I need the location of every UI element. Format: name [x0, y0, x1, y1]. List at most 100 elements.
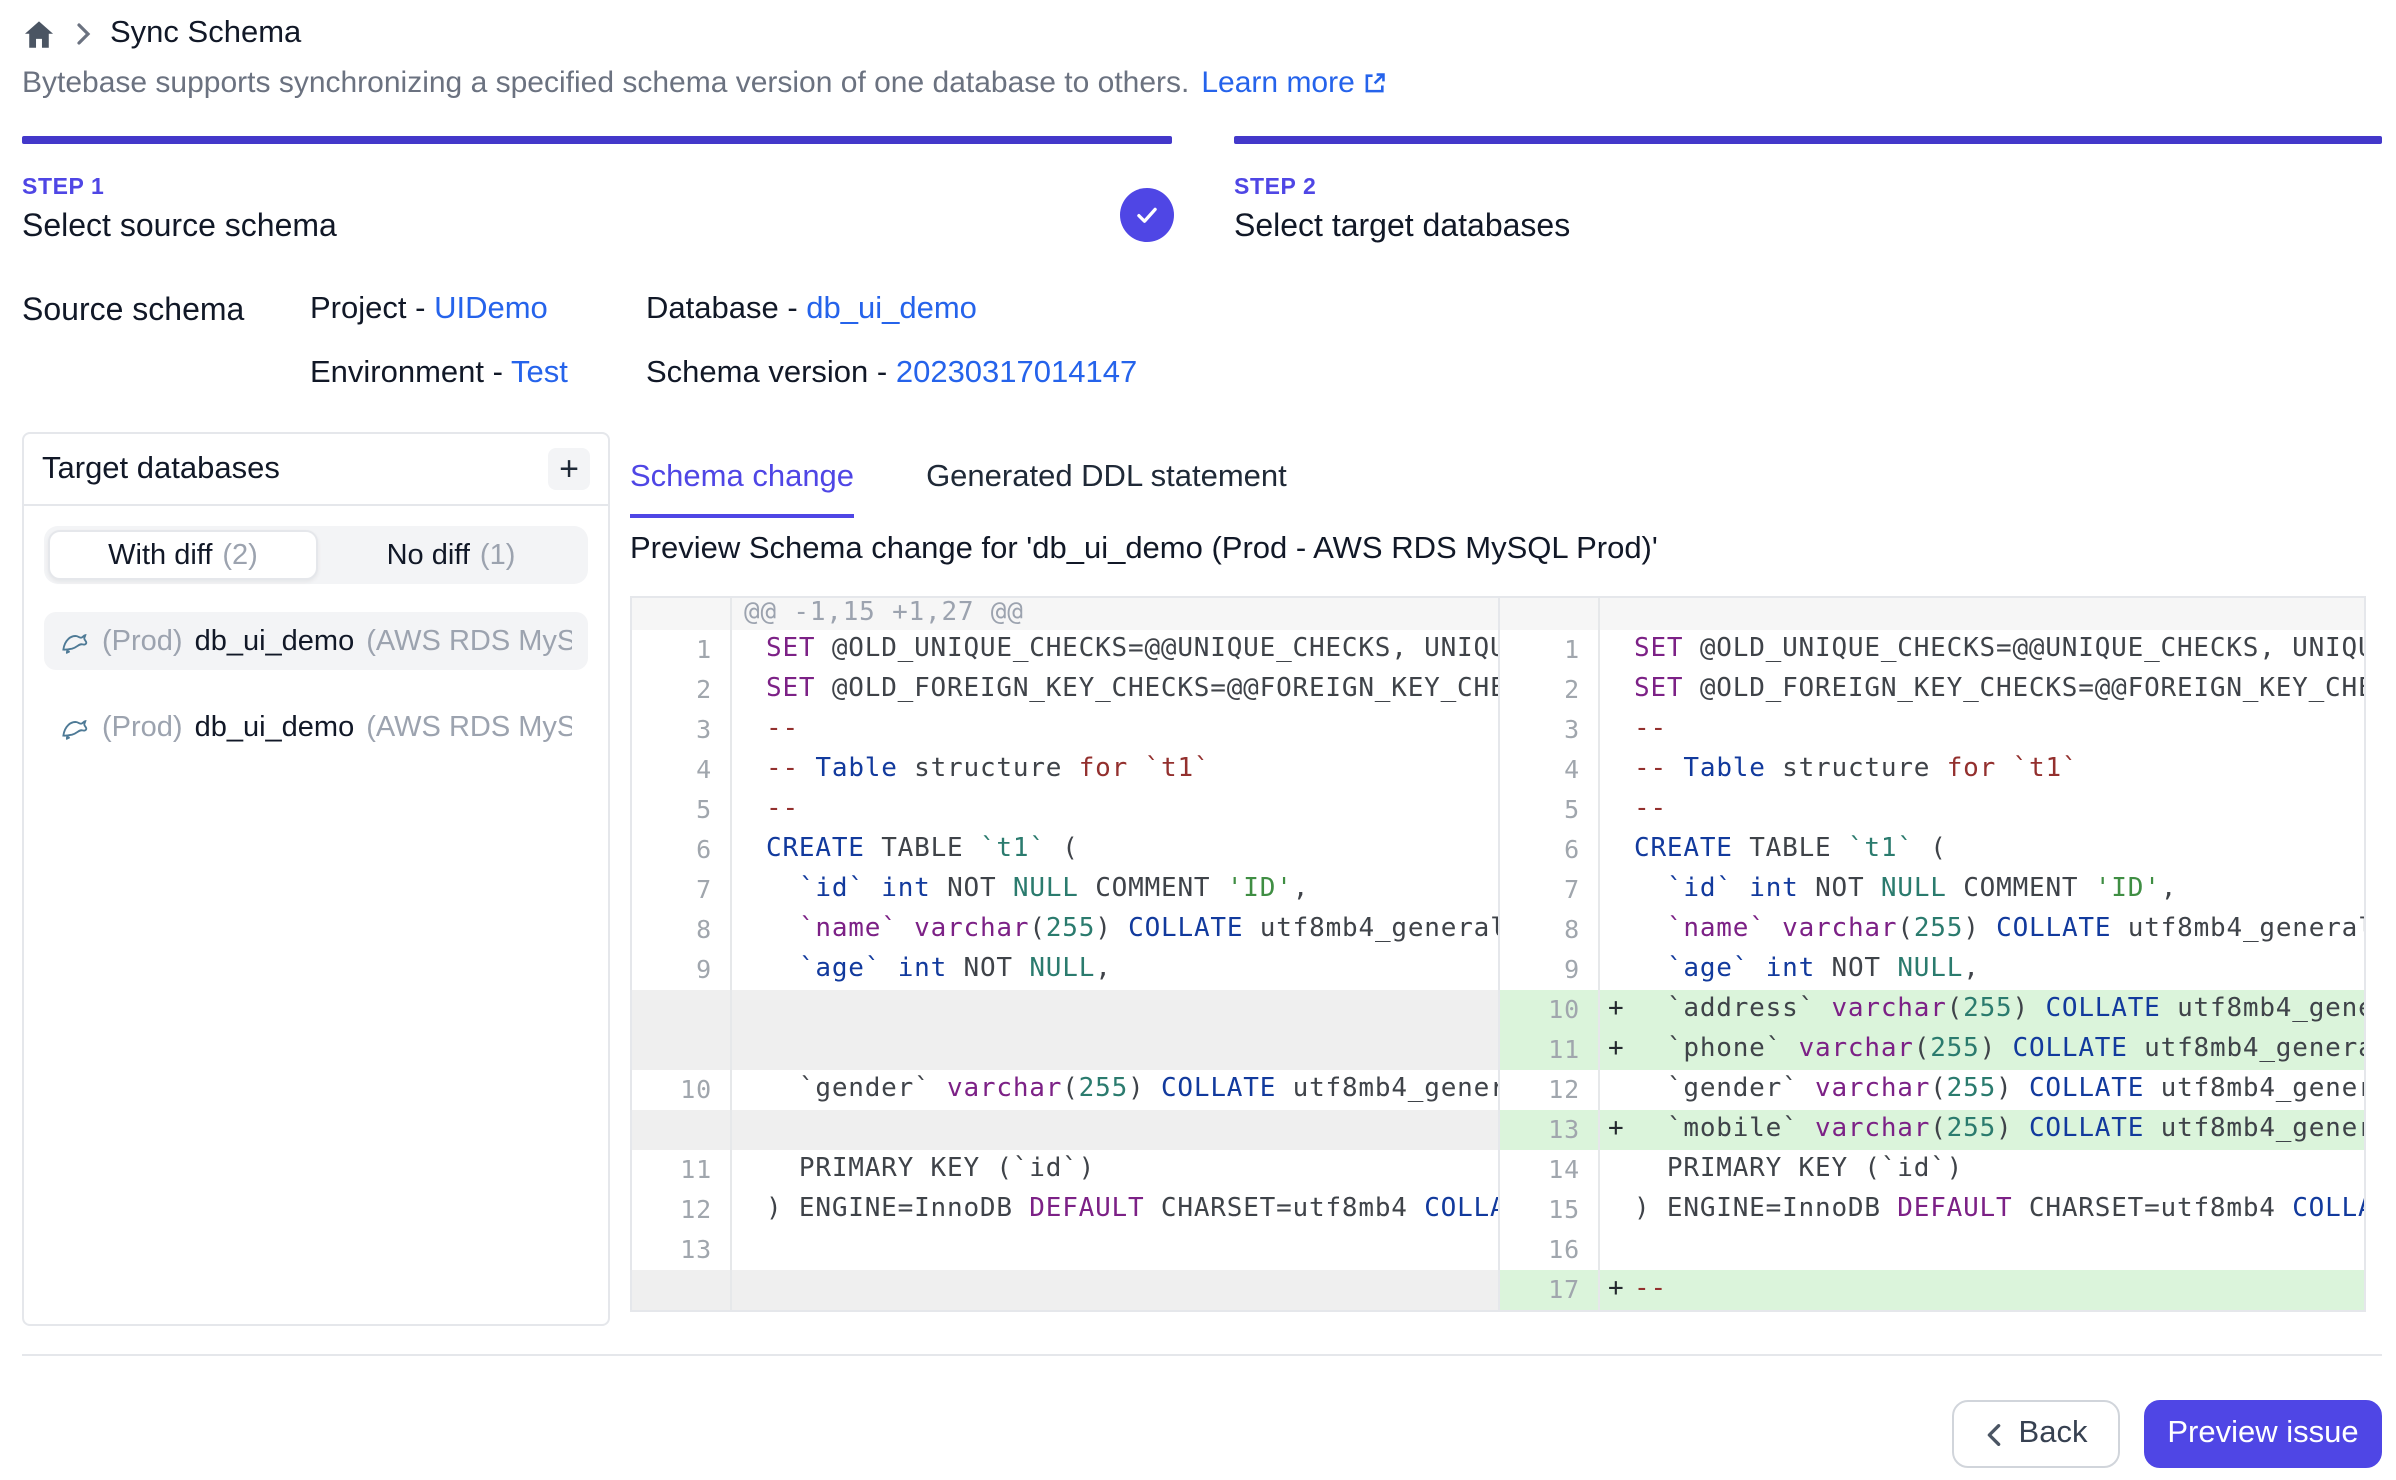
source-schema-label: Source schema — [22, 294, 244, 330]
source-database-field: Database - db_ui_demo — [646, 292, 977, 328]
diff-row: 11+ `phone` varchar(255) COLLATE utf8mb4… — [1500, 1030, 2364, 1070]
database-link[interactable]: db_ui_demo — [806, 292, 977, 326]
diff-row: 8 `name` varchar(255) COLLATE utf8mb4_ge… — [1500, 910, 2364, 950]
step2-title: Select target databases — [1234, 210, 1570, 246]
intro-description: Bytebase supports synchronizing a specif… — [22, 66, 1189, 100]
diff-row: 7 `id` int NOT NULL COMMENT 'ID', — [632, 870, 1498, 910]
diff-row: 17+-- — [1500, 1270, 2364, 1310]
diff-row: 3-- — [1500, 710, 2364, 750]
tab-with-diff[interactable]: With diff (2) — [48, 530, 318, 580]
db-instance: (AWS RDS MyS... — [366, 625, 572, 657]
project-field-name: Project — [310, 292, 407, 326]
diff-row: 10+ `address` varchar(255) COLLATE utf8m… — [1500, 990, 2364, 1030]
with-diff-label: With diff — [108, 539, 212, 571]
with-diff-count: (2) — [222, 539, 257, 571]
step1-completed-check-icon — [1120, 188, 1174, 242]
diff-row: 9 `age` int NOT NULL, — [1500, 950, 2364, 990]
diff-row: 11 PRIMARY KEY (`id`) — [632, 1150, 1498, 1190]
diff-row — [632, 1270, 1498, 1310]
source-schema-version-field: Schema version - 20230317014147 — [646, 356, 1137, 392]
source-environment-field: Environment - Test — [310, 356, 568, 392]
tab-no-diff[interactable]: No diff (1) — [318, 530, 584, 580]
step1-block: STEP 1 Select source schema — [22, 176, 337, 246]
target-database-list: (Prod) db_ui_demo (AWS RDS MyS... (Prod)… — [24, 612, 608, 756]
environment-link[interactable]: Test — [511, 356, 568, 390]
schema-diff-viewer: @@ -1,15 +1,27 @@1SET @OLD_UNIQUE_CHECKS… — [630, 596, 2366, 1312]
learn-more-label: Learn more — [1201, 66, 1354, 100]
diff-row: 2SET @OLD_FOREIGN_KEY_CHECKS=@@FOREIGN_K… — [632, 670, 1498, 710]
diff-row: 15) ENGINE=InnoDB DEFAULT CHARSET=utf8mb… — [1500, 1190, 2364, 1230]
db-environment: (Prod) — [102, 711, 183, 743]
diff-row — [632, 1110, 1498, 1150]
breadcrumb: Sync Schema — [22, 16, 301, 52]
diff-pane-original: @@ -1,15 +1,27 @@1SET @OLD_UNIQUE_CHECKS… — [632, 598, 1498, 1310]
step2-label: STEP 2 — [1234, 176, 1570, 200]
db-name: db_ui_demo — [195, 625, 355, 657]
tab-generated-ddl[interactable]: Generated DDL statement — [926, 460, 1287, 518]
target-database-item[interactable]: (Prod) db_ui_demo (AWS RDS MyS... — [44, 698, 588, 756]
page-title: Sync Schema — [110, 16, 301, 52]
step2-progress-bar — [1234, 136, 2382, 144]
sync-schema-page: Sync Schema Bytebase supports synchroniz… — [0, 0, 2396, 1480]
diff-pane-modified: 1SET @OLD_UNIQUE_CHECKS=@@UNIQUE_CHECKS,… — [1498, 598, 2364, 1310]
preview-title: Preview Schema change for 'db_ui_demo (P… — [630, 532, 1658, 568]
diff-row: 12 `gender` varchar(255) COLLATE utf8mb4… — [1500, 1070, 2364, 1110]
db-name: db_ui_demo — [195, 711, 355, 743]
no-diff-label: No diff — [387, 539, 470, 571]
back-button[interactable]: Back — [1952, 1400, 2120, 1468]
target-panel-title: Target databases — [42, 451, 280, 487]
diff-row: 4-- Table structure for `t1` — [1500, 750, 2364, 790]
schema-version-link[interactable]: 20230317014147 — [896, 356, 1137, 390]
chevron-right-icon — [74, 22, 92, 46]
target-database-item[interactable]: (Prod) db_ui_demo (AWS RDS MyS... — [44, 612, 588, 670]
intro-text: Bytebase supports synchronizing a specif… — [22, 66, 1389, 100]
preview-issue-button[interactable]: Preview issue — [2144, 1400, 2382, 1468]
step1-progress-bar — [22, 136, 1172, 144]
diff-row: 13 — [632, 1230, 1498, 1270]
diff-row: 1SET @OLD_UNIQUE_CHECKS=@@UNIQUE_CHECKS,… — [632, 630, 1498, 670]
diff-row: 6CREATE TABLE `t1` ( — [1500, 830, 2364, 870]
preview-tabs: Schema change Generated DDL statement — [630, 460, 1287, 518]
diff-row: 9 `age` int NOT NULL, — [632, 950, 1498, 990]
db-environment: (Prod) — [102, 625, 183, 657]
step1-title: Select source schema — [22, 210, 337, 246]
source-project-field: Project - UIDemo — [310, 292, 548, 328]
diff-row: 7 `id` int NOT NULL COMMENT 'ID', — [1500, 870, 2364, 910]
environment-field-name: Environment — [310, 356, 484, 390]
no-diff-count: (1) — [480, 539, 515, 571]
diff-row: 2SET @OLD_FOREIGN_KEY_CHECKS=@@FOREIGN_K… — [1500, 670, 2364, 710]
diff-filter-segmented-control: With diff (2) No diff (1) — [44, 526, 588, 584]
tab-schema-change[interactable]: Schema change — [630, 460, 854, 518]
add-target-database-button[interactable]: + — [548, 448, 590, 490]
diff-row: 14 PRIMARY KEY (`id`) — [1500, 1150, 2364, 1190]
external-link-icon — [1363, 70, 1389, 96]
target-databases-panel: Target databases + With diff (2) No diff… — [22, 432, 610, 1326]
diff-row: 5-- — [632, 790, 1498, 830]
mysql-dolphin-icon — [60, 712, 90, 742]
project-link[interactable]: UIDemo — [434, 292, 548, 326]
diff-row — [1500, 598, 2364, 630]
footer-divider — [22, 1354, 2382, 1356]
mysql-dolphin-icon — [60, 626, 90, 656]
chevron-left-icon — [1985, 1421, 2005, 1447]
home-icon[interactable] — [22, 17, 56, 51]
diff-row: 5-- — [1500, 790, 2364, 830]
learn-more-link[interactable]: Learn more — [1201, 66, 1388, 100]
diff-row: 13+ `mobile` varchar(255) COLLATE utf8mb… — [1500, 1110, 2364, 1150]
diff-row: 16 — [1500, 1230, 2364, 1270]
diff-row: 1SET @OLD_UNIQUE_CHECKS=@@UNIQUE_CHECKS,… — [1500, 630, 2364, 670]
step1-label: STEP 1 — [22, 176, 337, 200]
diff-row: 4-- Table structure for `t1` — [632, 750, 1498, 790]
diff-row: 10 `gender` varchar(255) COLLATE utf8mb4… — [632, 1070, 1498, 1110]
diff-row: 12) ENGINE=InnoDB DEFAULT CHARSET=utf8mb… — [632, 1190, 1498, 1230]
diff-row: 3-- — [632, 710, 1498, 750]
diff-row: 8 `name` varchar(255) COLLATE utf8mb4_ge… — [632, 910, 1498, 950]
database-field-name: Database — [646, 292, 779, 326]
db-instance: (AWS RDS MyS... — [366, 711, 572, 743]
step2-block: STEP 2 Select target databases — [1234, 176, 1570, 246]
diff-row: @@ -1,15 +1,27 @@ — [632, 598, 1498, 630]
target-panel-header: Target databases + — [24, 434, 608, 506]
diff-row: 6CREATE TABLE `t1` ( — [632, 830, 1498, 870]
diff-row — [632, 990, 1498, 1030]
back-button-label: Back — [2019, 1416, 2088, 1452]
